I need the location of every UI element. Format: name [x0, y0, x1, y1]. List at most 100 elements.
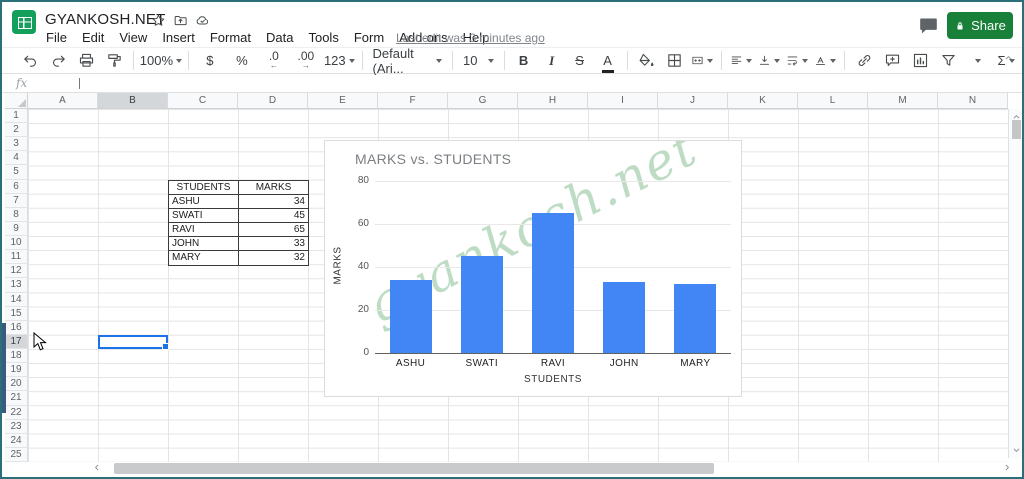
increase-decimal-button[interactable]: .00 →	[290, 49, 322, 73]
column-header-C[interactable]: C	[168, 93, 238, 109]
horizontal-align-button[interactable]	[727, 49, 755, 73]
menu-insert[interactable]: Insert	[162, 30, 195, 45]
font-size-selector[interactable]: 10	[458, 49, 499, 73]
fill-color-button[interactable]	[632, 49, 660, 73]
menu-view[interactable]: View	[119, 30, 147, 45]
row-header-19[interactable]: 19	[5, 363, 28, 378]
star-icon[interactable]	[151, 13, 166, 28]
bar-ravi[interactable]	[532, 213, 574, 353]
column-header-H[interactable]: H	[518, 93, 588, 109]
student-name-cell[interactable]: MARY	[169, 251, 239, 266]
marks-value-cell[interactable]: 32	[239, 251, 308, 265]
redo-button[interactable]	[44, 49, 72, 73]
row-header-21[interactable]: 21	[5, 391, 28, 406]
column-header-G[interactable]: G	[448, 93, 518, 109]
row-header-14[interactable]: 14	[5, 292, 28, 307]
row-header-12[interactable]: 12	[5, 264, 28, 279]
row-header-18[interactable]: 18	[5, 349, 28, 364]
row-header-7[interactable]: 7	[5, 193, 28, 208]
menu-tools[interactable]: Tools	[308, 30, 338, 45]
row-header-3[interactable]: 3	[5, 137, 28, 152]
bar-swati[interactable]	[460, 256, 503, 353]
insert-chart-button[interactable]	[906, 49, 934, 73]
scroll-right-icon[interactable]	[1002, 462, 1013, 473]
marks-value-cell[interactable]: 34	[239, 195, 308, 208]
menu-form[interactable]: Form	[354, 30, 384, 45]
last-edit-link[interactable]: Last edit was 3 minutes ago	[396, 31, 545, 45]
column-header-B[interactable]: B	[98, 93, 168, 109]
row-header-4[interactable]: 4	[5, 151, 28, 166]
vertical-scrollbar-thumb[interactable]	[1012, 120, 1021, 139]
column-header-L[interactable]: L	[798, 93, 868, 109]
row-header-6[interactable]: 6	[5, 179, 28, 194]
marks-value-cell[interactable]: 65	[239, 223, 308, 236]
column-header-K[interactable]: K	[728, 93, 798, 109]
column-header-N[interactable]: N	[938, 93, 1008, 109]
student-name-cell[interactable]: RAVI	[169, 222, 239, 237]
vertical-align-button[interactable]	[755, 49, 783, 73]
decrease-decimal-button[interactable]: .0 ←	[258, 49, 290, 73]
select-all-corner[interactable]	[5, 93, 28, 109]
scroll-left-icon[interactable]	[91, 462, 102, 473]
row-header-1[interactable]: 1	[5, 109, 28, 124]
menu-file[interactable]: File	[46, 30, 67, 45]
row-header-16[interactable]: 16	[5, 320, 28, 335]
column-header-A[interactable]: A	[28, 93, 98, 109]
bar-ashu[interactable]	[389, 279, 432, 353]
insert-comment-button[interactable]	[878, 49, 906, 73]
column-header-J[interactable]: J	[658, 93, 728, 109]
horizontal-scrollbar[interactable]	[5, 462, 1021, 475]
text-wrap-button[interactable]	[783, 49, 811, 73]
paint-format-button[interactable]	[100, 49, 128, 73]
strikethrough-button[interactable]: S	[566, 49, 594, 73]
marks-table[interactable]: STUDENTS MARKS ASHU 34 SWATI 45 RAVI 65 JOHN 33 MA…	[168, 179, 309, 267]
row-header-13[interactable]: 13	[5, 278, 28, 293]
row-header-8[interactable]: 8	[5, 207, 28, 222]
format-percent-button[interactable]: %	[226, 49, 258, 73]
text-rotation-button[interactable]	[811, 49, 839, 73]
menu-edit[interactable]: Edit	[82, 30, 104, 45]
comment-history-icon[interactable]	[918, 15, 939, 36]
row-header-23[interactable]: 23	[5, 419, 28, 434]
marks-value-cell[interactable]: 33	[239, 237, 308, 250]
more-formats-button[interactable]: 123	[322, 49, 357, 73]
formula-bar[interactable]: fx	[2, 75, 1022, 93]
insert-link-button[interactable]	[850, 49, 878, 73]
student-name-cell[interactable]: ASHU	[169, 194, 239, 208]
bar-john[interactable]	[603, 282, 646, 353]
column-header-M[interactable]: M	[868, 93, 938, 109]
row-header-9[interactable]: 9	[5, 221, 28, 237]
horizontal-scrollbar-thumb[interactable]	[114, 463, 714, 474]
text-color-button[interactable]: A	[594, 49, 622, 73]
embedded-chart[interactable]: MARKS vs. STUDENTS gyankosh.net 02040608…	[324, 140, 742, 397]
fill-handle[interactable]	[162, 343, 169, 350]
undo-button[interactable]	[16, 49, 44, 73]
table-header-marks[interactable]: MARKS	[239, 181, 308, 194]
document-title[interactable]: GYANKOSH.NET	[45, 11, 165, 28]
column-header-F[interactable]: F	[378, 93, 448, 109]
zoom-selector[interactable]: 100%	[139, 49, 183, 73]
format-currency-button[interactable]: $	[194, 49, 226, 73]
italic-button[interactable]: I	[538, 49, 566, 73]
row-header-10[interactable]: 10	[5, 236, 28, 251]
column-header-E[interactable]: E	[308, 93, 378, 109]
row-header-15[interactable]: 15	[5, 306, 28, 321]
bar-mary[interactable]	[674, 284, 717, 353]
filter-views-button[interactable]	[962, 49, 990, 73]
table-header-students[interactable]: STUDENTS	[169, 180, 239, 194]
menu-format[interactable]: Format	[210, 30, 251, 45]
column-header-I[interactable]: I	[588, 93, 658, 109]
borders-button[interactable]	[660, 49, 688, 73]
row-header-20[interactable]: 20	[5, 377, 28, 392]
menu-data[interactable]: Data	[266, 30, 293, 45]
row-header-25[interactable]: 25	[5, 447, 28, 462]
row-header-24[interactable]: 24	[5, 433, 28, 448]
sheets-logo-icon[interactable]	[12, 10, 36, 34]
vertical-scrollbar[interactable]	[1008, 109, 1022, 458]
row-header-22[interactable]: 22	[5, 405, 28, 420]
column-header-D[interactable]: D	[238, 93, 308, 109]
cloud-saved-icon[interactable]	[195, 13, 210, 28]
scroll-down-icon[interactable]	[1011, 445, 1022, 456]
bold-button[interactable]: B	[510, 49, 538, 73]
font-selector[interactable]: Default (Ari...	[368, 46, 448, 76]
